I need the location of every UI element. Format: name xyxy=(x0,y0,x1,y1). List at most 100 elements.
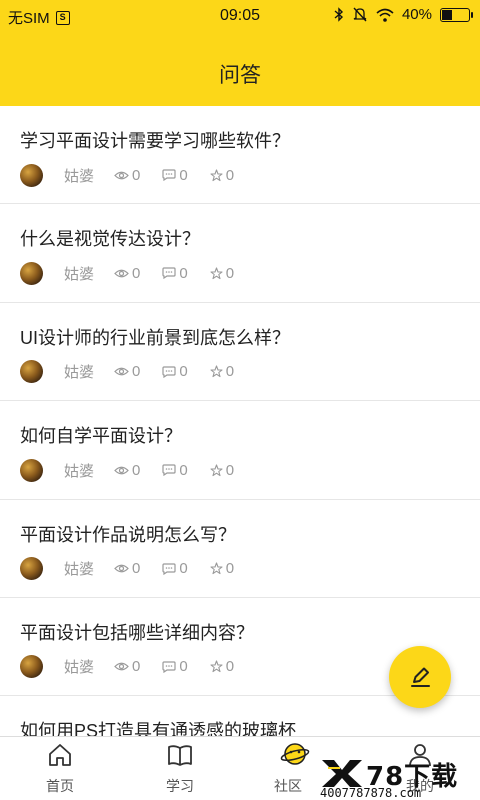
views-stat: 0 xyxy=(114,658,140,675)
comments-stat: 0 xyxy=(162,363,188,381)
views-count: 0 xyxy=(132,658,141,676)
question-meta: 姑婆 0 0 0 xyxy=(20,163,256,187)
views-count: 0 xyxy=(132,264,141,282)
comment-icon xyxy=(162,267,176,280)
views-count: 0 xyxy=(132,363,141,381)
question-item[interactable]: 如何自学平面设计？ 姑婆 0 0 0 xyxy=(0,401,480,500)
author-name: 姑婆 xyxy=(64,462,95,480)
avatar[interactable] xyxy=(20,261,43,285)
comments-count: 0 xyxy=(179,658,188,676)
likes-stat: 0 xyxy=(210,658,234,675)
question-meta: 姑婆 0 0 0 xyxy=(20,655,256,679)
comments-stat: 0 xyxy=(162,166,188,184)
comments-count: 0 xyxy=(179,560,188,578)
status-right: 40% xyxy=(334,6,473,23)
avatar[interactable] xyxy=(20,360,43,384)
question-meta: 姑婆 0 0 0 xyxy=(20,557,256,581)
author-name: 姑婆 xyxy=(64,561,95,579)
eye-icon xyxy=(114,466,129,475)
battery-fill xyxy=(442,9,452,20)
tab-home-label: 首页 xyxy=(46,778,74,794)
watermark-phone: 4007787878.com xyxy=(320,786,422,800)
eye-icon xyxy=(114,171,129,179)
question-title[interactable]: 平面设计作品说明怎么写？ xyxy=(20,521,236,547)
battery-percent: 40% xyxy=(401,6,432,23)
avatar[interactable] xyxy=(20,163,43,187)
comment-icon xyxy=(162,366,176,378)
author-name: 姑婆 xyxy=(64,167,95,185)
likes-stat: 0 xyxy=(210,560,234,577)
edit-icon xyxy=(411,667,430,687)
page-title: 问答 xyxy=(219,64,261,87)
question-item[interactable]: 什么是视觉传达设计？ 姑婆 0 0 0 xyxy=(0,204,480,303)
author-name: 姑婆 xyxy=(64,265,95,283)
question-item[interactable]: UI设计师的行业前景到底怎么样？ 姑婆 0 0 0 xyxy=(0,303,480,402)
wifi-icon xyxy=(376,8,394,22)
question-title[interactable]: 如何自学平面设计？ xyxy=(20,422,182,448)
star-icon xyxy=(210,365,223,378)
question-item[interactable]: 平面设计作品说明怎么写？ 姑婆 0 0 0 xyxy=(0,500,480,598)
question-title[interactable]: 如何用PS打造具有通透感的玻璃杯 xyxy=(20,717,296,736)
star-icon xyxy=(210,168,223,181)
tab-learn[interactable]: 学习 xyxy=(120,737,240,800)
comment-icon xyxy=(162,169,176,181)
comments-count: 0 xyxy=(179,264,188,282)
comments-stat: 0 xyxy=(162,560,188,578)
likes-stat: 0 xyxy=(210,363,234,380)
question-title[interactable]: 学习平面设计需要学习哪些软件？ xyxy=(20,127,290,153)
eye-icon xyxy=(114,269,129,278)
likes-stat: 0 xyxy=(210,167,234,184)
question-list[interactable]: 学习平面设计需要学习哪些软件？ 姑婆 0 0 0 什么是视觉传达设计？ 姑婆 0… xyxy=(0,106,480,736)
avatar[interactable] xyxy=(20,655,43,679)
views-stat: 0 xyxy=(114,363,140,380)
author-name: 姑婆 xyxy=(64,364,95,382)
views-count: 0 xyxy=(132,461,141,479)
star-icon xyxy=(210,660,223,673)
comment-icon xyxy=(162,661,176,673)
comments-stat: 0 xyxy=(162,264,188,282)
comments-count: 0 xyxy=(179,166,188,184)
watermark: 78下载 4007787878.com xyxy=(316,754,480,800)
likes-count: 0 xyxy=(225,658,235,676)
comments-count: 0 xyxy=(179,461,188,479)
bluetooth-icon xyxy=(334,7,343,22)
views-stat: 0 xyxy=(114,462,140,479)
question-item[interactable]: 学习平面设计需要学习哪些软件？ 姑婆 0 0 0 xyxy=(0,106,480,205)
comments-stat: 0 xyxy=(162,658,188,676)
eye-icon xyxy=(114,367,129,376)
likes-count: 0 xyxy=(225,560,235,578)
views-stat: 0 xyxy=(114,560,140,577)
avatar[interactable] xyxy=(20,458,43,482)
star-icon xyxy=(210,562,223,575)
views-count: 0 xyxy=(132,166,141,184)
question-meta: 姑婆 0 0 0 xyxy=(20,360,256,384)
question-meta: 姑婆 0 0 0 xyxy=(20,458,256,482)
question-title[interactable]: 什么是视觉传达设计？ xyxy=(20,225,200,251)
tab-home[interactable]: 首页 xyxy=(0,737,120,800)
question-meta: 姑婆 0 0 0 xyxy=(20,261,256,285)
mute-icon xyxy=(353,7,367,22)
watermark-logo-icon xyxy=(322,760,362,787)
views-stat: 0 xyxy=(114,265,140,282)
compose-button[interactable] xyxy=(389,646,451,708)
battery-icon xyxy=(440,7,473,22)
views-stat: 0 xyxy=(114,167,140,184)
likes-count: 0 xyxy=(225,264,235,282)
status-bar: 无SIM S 09:05 40% xyxy=(0,0,480,32)
eye-icon xyxy=(114,663,129,671)
star-icon xyxy=(210,267,223,280)
likes-stat: 0 xyxy=(210,462,234,479)
views-count: 0 xyxy=(132,560,141,578)
comments-count: 0 xyxy=(179,363,188,381)
question-title[interactable]: 平面设计包括哪些详细内容？ xyxy=(20,619,254,645)
tab-learn-label: 学习 xyxy=(166,778,194,794)
comments-stat: 0 xyxy=(162,461,188,479)
likes-count: 0 xyxy=(225,363,235,381)
comment-icon xyxy=(162,562,176,575)
star-icon xyxy=(210,464,223,476)
planet-icon xyxy=(280,743,310,765)
avatar[interactable] xyxy=(20,557,43,581)
question-title[interactable]: UI设计师的行业前景到底怎么样？ xyxy=(20,324,290,350)
comment-icon xyxy=(162,464,176,477)
eye-icon xyxy=(114,564,129,573)
